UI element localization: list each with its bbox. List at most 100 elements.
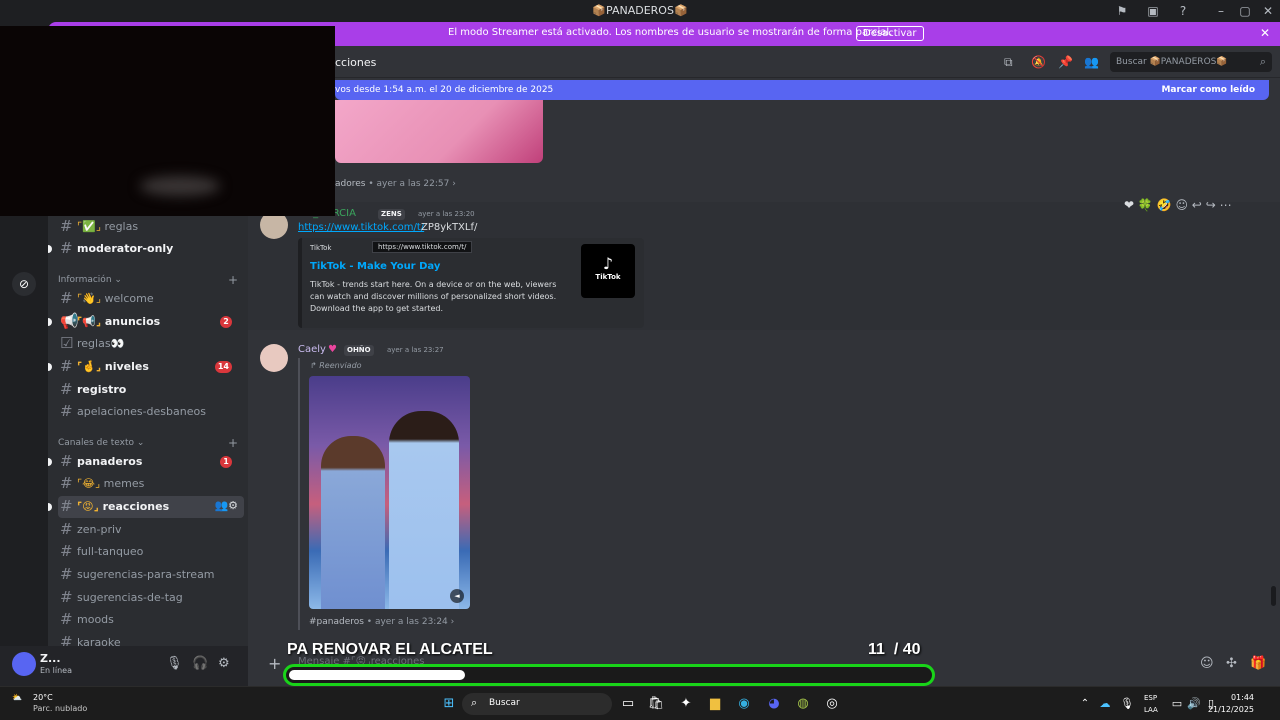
- windows-start-icon[interactable]: ⊞: [440, 695, 458, 713]
- add-channel-icon[interactable]: +: [228, 273, 238, 287]
- user-panel: Z... En línea 🎙 🎧 ⚙: [0, 646, 248, 686]
- channel-reacciones[interactable]: # ⌜😡⌟ reacciones 👥⚙: [48, 496, 244, 518]
- channel-niveles[interactable]: # ⌜🤞⌟ niveles 14: [48, 356, 244, 378]
- channel-sugerencias-para-stream[interactable]: # sugerencias-para-stream: [58, 564, 244, 586]
- deactivate-button[interactable]: Desactivar: [856, 26, 924, 41]
- microphone-icon[interactable]: 🎙: [166, 656, 183, 671]
- channel-full-tanqueo[interactable]: # full-tanqueo: [58, 541, 244, 563]
- forwarded-photo[interactable]: ◄: [309, 376, 470, 609]
- weather-widget[interactable]: ⛅ 20°C Parc. nublado: [12, 693, 87, 713]
- gear-icon[interactable]: ⚙: [218, 656, 230, 671]
- channel-panaderos[interactable]: # panaderos 1: [48, 451, 244, 473]
- search-input[interactable]: Buscar 📦PANADEROS📦 ⌕: [1110, 52, 1272, 72]
- tiktok-link[interactable]: https://www.tiktok.com/t/: [298, 222, 424, 233]
- hash-icon: #: [60, 633, 73, 646]
- steam-icon[interactable]: ◎: [823, 695, 841, 713]
- channel-sugerencias-de-tag[interactable]: # sugerencias-de-tag: [58, 587, 244, 609]
- window-title: 📦PANADEROS📦: [592, 4, 688, 17]
- help-icon[interactable]: ?: [1175, 3, 1191, 19]
- folder-icon[interactable]: ▆: [706, 695, 724, 713]
- member-list-icon[interactable]: 👥: [1084, 55, 1099, 69]
- forward-meta[interactable]: adores • ayer a las 22:57 ›: [335, 179, 456, 189]
- embed-provider: TikTok: [310, 244, 332, 252]
- volume-icon[interactable]: ◄: [450, 589, 464, 603]
- apps-icon[interactable]: ✣: [1226, 656, 1237, 671]
- unread-dot: [48, 363, 52, 371]
- edge-icon[interactable]: ◉: [735, 695, 753, 713]
- avatar[interactable]: [12, 652, 36, 676]
- channel-reglas[interactable]: # ⌜✅⌟ reglas: [58, 216, 244, 238]
- task-view-icon[interactable]: ▭: [619, 695, 637, 713]
- laugh-reaction-icon[interactable]: 🤣: [1157, 198, 1172, 212]
- close-window-icon[interactable]: ✕: [1260, 3, 1276, 19]
- threads-icon[interactable]: ⧉: [1004, 55, 1013, 70]
- headphones-icon[interactable]: 🎧: [192, 656, 208, 671]
- goal-progress-fill: [289, 670, 465, 680]
- explore-icon[interactable]: ⊘: [12, 272, 36, 296]
- pin-icon[interactable]: 📌: [1058, 55, 1073, 69]
- add-attachment-icon[interactable]: +: [268, 654, 281, 673]
- channel-moods[interactable]: # moods: [58, 609, 244, 631]
- chat-header: cciones ⧉ 🔕 📌 👥 Buscar 📦PANADEROS📦 ⌕: [248, 46, 1280, 78]
- category-canales-de-texto[interactable]: Canales de texto ⌄ +: [58, 436, 238, 450]
- embed-title[interactable]: TikTok - Make Your Day: [310, 261, 440, 272]
- channel-reglas-rules[interactable]: ☑ reglas👀: [58, 333, 244, 355]
- minimize-icon[interactable]: –: [1213, 3, 1229, 19]
- channel-apelaciones-desbaneos[interactable]: # apelaciones-desbaneos: [58, 401, 244, 423]
- mark-as-read-button[interactable]: Marcar como leído: [1161, 85, 1255, 95]
- cloud-icon[interactable]: ☁: [1096, 695, 1114, 713]
- windows-taskbar: ⛅ 20°C Parc. nublado ⊞ ⌕ Buscar ▭ 🛍 ✦ ▆ …: [0, 686, 1280, 720]
- speaker-icon[interactable]: 🔊: [1185, 695, 1203, 713]
- heart-reaction-icon[interactable]: ❤: [1124, 198, 1134, 212]
- maximize-icon[interactable]: ▢: [1237, 3, 1253, 19]
- tiktok-logo-thumbnail[interactable]: ♪ TikTok: [581, 244, 635, 298]
- language-indicator[interactable]: ESP LAA: [1144, 692, 1158, 716]
- store-icon[interactable]: 🛍: [647, 695, 665, 713]
- channel-settings-icon[interactable]: 👥⚙: [214, 499, 238, 512]
- discord-icon[interactable]: ◕: [765, 695, 783, 713]
- channel-karaoke[interactable]: # karaoke: [58, 632, 244, 646]
- author-name[interactable]: Caely: [298, 344, 326, 355]
- channel-moderator-only[interactable]: # moderator-only: [48, 238, 244, 260]
- avatar[interactable]: [260, 344, 288, 372]
- copilot-icon[interactable]: ✦: [677, 695, 695, 713]
- embed-description: TikTok - trends start here. On a device …: [310, 280, 557, 313]
- mic-tray-icon[interactable]: 🎙: [1118, 695, 1136, 713]
- chevron-up-icon[interactable]: ⌃: [1076, 695, 1094, 713]
- reply-icon[interactable]: ↩: [1192, 198, 1202, 212]
- forward-icon[interactable]: ↪: [1206, 198, 1216, 212]
- hash-icon: #: [60, 239, 73, 257]
- app-icon[interactable]: ◍: [794, 695, 812, 713]
- forward-meta[interactable]: #panaderos • ayer a las 23:24 ›: [309, 617, 454, 627]
- taskbar-search[interactable]: ⌕ Buscar: [462, 693, 612, 715]
- channel-registro[interactable]: # registro: [58, 379, 244, 401]
- network-icon[interactable]: ▭: [1168, 695, 1186, 713]
- notification-mute-icon[interactable]: 🔕: [1031, 55, 1046, 69]
- megaphone-icon: 📢: [60, 312, 79, 330]
- goal-title: PA RENOVAR EL ALCATEL: [287, 641, 493, 658]
- goal-count: 11 / 40: [868, 641, 921, 658]
- flag-icon[interactable]: ⚑: [1114, 3, 1130, 19]
- clock[interactable]: 01:44 21/12/2025: [1208, 692, 1254, 716]
- channel-zen-priv[interactable]: # zen-priv: [58, 519, 244, 541]
- channel-memes[interactable]: # ⌜😂⌟ memes: [58, 473, 244, 495]
- close-banner-icon[interactable]: ✕: [1260, 26, 1270, 40]
- category-informacion[interactable]: Información ⌄ +: [58, 273, 238, 287]
- channel-anuncios[interactable]: 📢 ⌜📢⌟ anuncios 2: [48, 311, 244, 333]
- emoji-reaction-icon[interactable]: 🍀: [1138, 198, 1153, 212]
- channel-welcome[interactable]: # ⌜👋⌟ welcome: [58, 288, 244, 310]
- attachment-image[interactable]: [335, 100, 543, 163]
- scrollbar[interactable]: [1271, 586, 1276, 606]
- more-options-icon[interactable]: ⋯: [1220, 198, 1232, 212]
- server-tag[interactable]: ZENS: [378, 209, 405, 220]
- inbox-icon[interactable]: ▣: [1145, 3, 1161, 19]
- emoji-icon[interactable]: ☺: [1200, 656, 1214, 671]
- gift-icon[interactable]: 🎁: [1250, 656, 1266, 671]
- hash-icon: #: [60, 402, 73, 420]
- add-channel-icon[interactable]: +: [228, 436, 238, 450]
- reaction-bar: ❤ 🍀 🤣 ☺ ↩ ↪ ⋯: [1124, 198, 1232, 212]
- new-messages-bar[interactable]: vos desde 1:54 a.m. el 20 de diciembre d…: [335, 80, 1269, 100]
- hash-icon: #: [60, 474, 73, 492]
- server-tag[interactable]: OHÑO: [344, 345, 374, 356]
- add-reaction-icon[interactable]: ☺: [1175, 198, 1188, 212]
